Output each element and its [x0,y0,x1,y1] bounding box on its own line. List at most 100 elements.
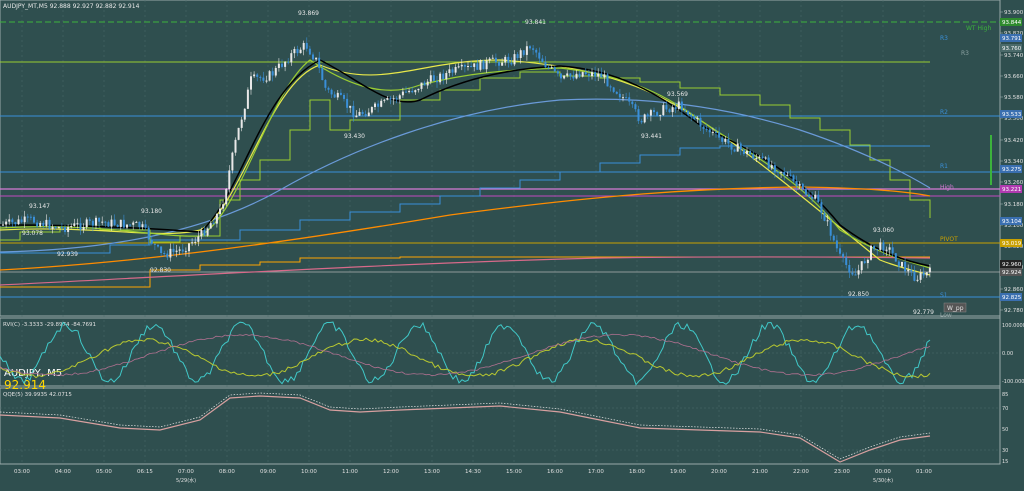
candle-body [144,224,147,228]
candle-body [829,220,832,236]
candle-body [178,249,181,251]
candle-body [749,150,752,155]
candle-body [147,227,150,240]
candle-body [693,115,696,119]
candle-body [95,217,97,226]
candle-body [563,75,566,79]
annotation-92850: 92.850 [848,291,869,298]
candle-body [290,53,293,63]
candle-body [680,101,683,111]
candle-body [659,115,662,117]
candle-body [346,98,349,108]
candle-body [702,126,705,129]
candle-body [808,194,810,197]
candle-body [445,73,448,80]
candle-body [392,98,395,100]
candle-body [299,49,302,54]
candle-body [684,110,686,112]
candle-body [274,67,277,76]
candle-body [485,60,488,70]
candle-body [76,223,79,225]
candle-body [848,264,851,273]
candle-body [866,259,869,264]
trading-chart[interactable]: 93.869 93.841 93.430 93.569 93.441 93.14… [0,0,1024,491]
candle-body [253,74,256,77]
candle-body [5,221,8,225]
qqe-tick-label: 30 [1002,448,1008,454]
candle-body [606,74,609,87]
candle-body [690,114,693,116]
candle-body [708,129,711,133]
candle-body [36,222,39,227]
candle-body [922,272,925,276]
time-tick-label: 15:00 [506,469,522,475]
candle-body [913,271,916,281]
label-r1: R1 [940,163,948,170]
candle-body [516,54,519,59]
candle-body [609,86,612,88]
candle-body [157,244,159,247]
candle-body [851,272,854,275]
candle-body [194,241,197,243]
candle-body [470,66,473,68]
candle-body [594,72,597,77]
candle-body [141,224,144,228]
candle-body [287,61,290,63]
candle-body [696,117,699,119]
label-pivot: PIVOT [940,236,958,243]
candle-body [200,230,203,237]
candle-body [634,104,637,110]
candle-body [339,92,342,95]
candle-body [587,74,590,77]
candle-body [783,171,786,175]
candle-body [98,217,101,222]
candle-body [45,219,48,227]
candle-body [529,46,531,49]
candle-body [919,272,922,280]
candle-body [460,64,463,67]
candle-body [622,97,624,99]
candle-body [358,111,361,116]
candle-body [721,137,724,142]
label-s1: S1 [940,292,948,299]
candle-body [57,226,60,229]
candle-body [126,224,128,228]
qqe-indicator-panel[interactable] [0,387,1001,465]
candle-body [473,63,476,67]
candle-body [504,56,507,63]
time-tick-label: 12:00 [383,469,399,475]
candle-body [414,90,417,93]
candle-body [439,73,442,83]
candle-body [553,67,556,72]
candle-body [522,50,525,55]
price-level-label: 92.924 [1002,270,1022,276]
candle-body [442,73,445,80]
candle-body [330,89,333,95]
candle-body [916,279,919,281]
candle-body [879,242,882,250]
time-tick-label: 14:30 [465,469,481,475]
candle-body [820,202,823,214]
candle-body [225,189,228,205]
candle-body [228,170,231,190]
candle-body [327,87,330,90]
qqe-tick-label: 70 [1002,406,1008,412]
candle-body [26,216,29,218]
candle-body [671,107,674,113]
candle-body [560,73,562,79]
candle-body [82,227,85,230]
candle-body [231,152,234,171]
date-label: 5/30(木) [873,477,893,484]
candle-body [882,242,885,251]
candle-body [904,261,907,272]
candle-body [687,110,690,115]
candle-body [665,105,668,110]
candle-body [436,80,438,83]
candle-body [718,132,721,138]
candle-body [417,88,420,91]
candle-body [184,251,187,253]
candle-body [795,181,798,186]
candle-body [243,108,246,120]
price-tick-label: 92.780 [1004,308,1024,314]
candle-body [364,114,367,117]
